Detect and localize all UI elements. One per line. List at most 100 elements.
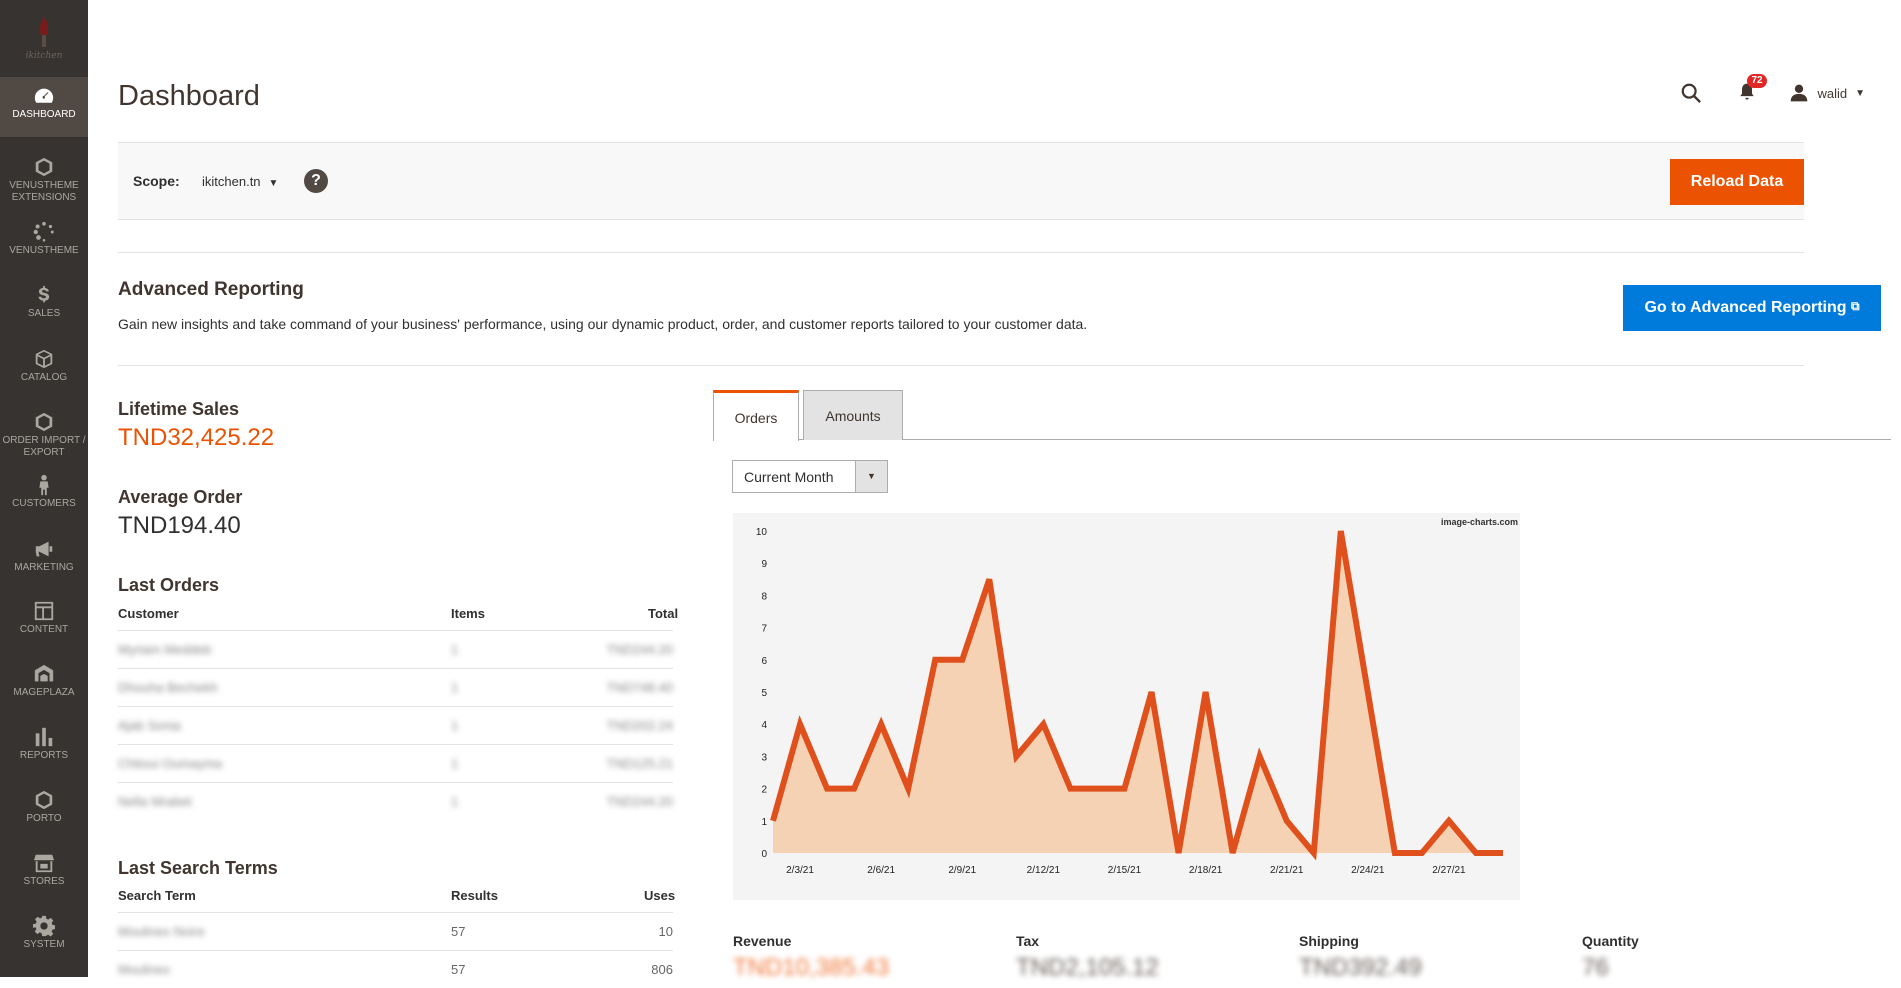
hexagon-icon — [33, 156, 55, 178]
order-items: 1 — [451, 680, 458, 695]
average-order-amount: TND194.40 — [118, 512, 241, 539]
search-term: Moulinex Noire — [118, 924, 205, 939]
logo-text: ikitchen — [26, 51, 63, 61]
sidebar-item-catalog[interactable]: CATALOG — [0, 340, 88, 400]
column-header-customer: Customer — [118, 606, 179, 621]
sidebar-item-reports[interactable]: REPORTS — [0, 718, 88, 778]
hexagon-icon — [33, 411, 55, 433]
scope-label: Scope: — [133, 173, 180, 189]
x-tick-label: 2/27/21 — [1432, 865, 1466, 876]
sidebar-item-label: STORES — [24, 876, 65, 888]
table-row[interactable]: Chtioui Oumayma 1 TND125.21 — [118, 744, 673, 782]
order-items: 1 — [451, 642, 458, 657]
sidebar-item-label: VENUSTHEME — [9, 245, 78, 257]
search-term: Moulinex — [118, 962, 170, 977]
x-tick-label: 2/15/21 — [1108, 865, 1142, 876]
tab-amounts[interactable]: Amounts — [803, 390, 903, 440]
tab-orders[interactable]: Orders — [713, 390, 799, 441]
box-icon — [33, 348, 55, 370]
logo-icon — [35, 15, 53, 49]
sidebar-item-label: VENUSTHEME EXTENSIONS — [0, 180, 88, 204]
table-row[interactable]: Myriam Meddeb 1 TND244.20 — [118, 630, 673, 668]
page-title: Dashboard — [118, 80, 260, 113]
y-tick-label: 4 — [761, 720, 767, 731]
scope-switcher[interactable]: ikitchen.tn▼ — [202, 174, 278, 189]
column-header-items: Items — [451, 606, 485, 621]
lifetime-sales-value: TND32,425.22 — [118, 424, 274, 452]
layout-icon — [33, 600, 55, 622]
y-tick-label: 2 — [761, 785, 767, 796]
user-icon — [1789, 83, 1809, 103]
order-total: TND748.40 — [607, 680, 673, 695]
orders-chart: 0123456789102/3/212/6/212/9/212/12/212/1… — [733, 513, 1520, 900]
column-header-uses: Uses — [644, 888, 675, 903]
sidebar-item-content[interactable]: CONTENT — [0, 592, 88, 652]
advanced-reporting-button-label: Go to Advanced Reporting — [1644, 299, 1846, 316]
dashboard-icon — [33, 85, 55, 107]
order-items: 1 — [451, 756, 458, 771]
order-total: TND244.20 — [607, 794, 673, 809]
table-row[interactable]: Dhouha Bechekh 1 TND748.40 — [118, 668, 673, 706]
order-items: 1 — [451, 718, 458, 733]
table-row[interactable]: Ajab Sonia 1 TND202.24 — [118, 706, 673, 744]
search-results: 57 — [451, 962, 465, 977]
quantity-label: Quantity — [1582, 933, 1639, 949]
y-tick-label: 0 — [761, 849, 767, 860]
advanced-reporting-description: Gain new insights and take command of yo… — [118, 316, 1087, 332]
user-menu[interactable]: walid ▼ — [1789, 83, 1865, 103]
search-icon[interactable] — [1680, 82, 1702, 104]
y-tick-label: 9 — [761, 559, 767, 570]
sidebar-item-marketing[interactable]: MARKETING — [0, 530, 88, 590]
period-select[interactable]: Current Month ▼ — [732, 460, 888, 493]
sidebar-item-mageplaza[interactable]: MAGEPLAZA — [0, 655, 88, 715]
y-tick-label: 6 — [761, 656, 767, 667]
search-results: 57 — [451, 924, 465, 939]
user-name: walid — [1817, 86, 1847, 101]
sidebar-item-label: CATALOG — [21, 372, 67, 384]
logo[interactable]: ikitchen — [0, 0, 88, 75]
sidebar-item-stores[interactable]: STORES — [0, 844, 88, 904]
tax-label: Tax — [1016, 933, 1039, 949]
table-row[interactable]: Moulinex 57 806 — [118, 950, 673, 988]
sidebar-item-label: CUSTOMERS — [12, 498, 76, 510]
y-tick-label: 3 — [761, 752, 767, 763]
lifetime-sales-amount: TND32,425.22 — [118, 424, 274, 451]
order-customer: Chtioui Oumayma — [118, 756, 222, 771]
sidebar-item-label: CONTENT — [20, 624, 68, 636]
order-customer: Myriam Meddeb — [118, 642, 211, 657]
divider — [118, 252, 1804, 253]
go-to-advanced-reporting-button[interactable]: Go to Advanced Reporting ⧉ — [1623, 285, 1881, 331]
help-icon[interactable]: ? — [304, 169, 328, 193]
sidebar-item-venustheme[interactable]: VENUSTHEME — [0, 213, 88, 273]
scope-bar: Scope: ikitchen.tn▼ ? Reload Data — [118, 142, 1804, 220]
average-order-title: Average Order — [118, 487, 242, 508]
notifications-button[interactable]: 72 — [1737, 82, 1759, 104]
y-tick-label: 1 — [761, 817, 767, 828]
shipping-value: TND392.49 — [1299, 954, 1422, 982]
search-uses: 806 — [651, 962, 673, 977]
sidebar-item-porto[interactable]: PORTO — [0, 781, 88, 841]
mageplaza-icon — [33, 663, 55, 685]
sidebar-item-sales[interactable]: SALES — [0, 276, 88, 336]
scope-value: ikitchen.tn — [202, 174, 261, 189]
sidebar-item-label: PORTO — [26, 813, 61, 825]
order-customer: Nella Mrabet — [118, 794, 192, 809]
sidebar-item-order-import-export[interactable]: ORDER IMPORT / EXPORT — [0, 403, 88, 463]
external-link-icon: ⧉ — [1851, 299, 1860, 313]
sidebar-item-label: MARKETING — [14, 562, 73, 574]
person-icon — [33, 474, 55, 496]
search-uses: 10 — [659, 924, 673, 939]
revenue-value: TND10,385.43 — [733, 954, 889, 982]
quantity-value: 76 — [1582, 954, 1609, 982]
sidebar-item-system[interactable]: SYSTEM — [0, 907, 88, 967]
sidebar-item-customers[interactable]: CUSTOMERS — [0, 466, 88, 526]
lifetime-sales-title: Lifetime Sales — [118, 399, 239, 420]
sidebar-item-dashboard[interactable]: DASHBOARD — [0, 77, 88, 137]
x-tick-label: 2/12/21 — [1027, 865, 1061, 876]
chevron-down-icon: ▼ — [1855, 88, 1865, 99]
sidebar-item-venustheme-extensions[interactable]: VENUSTHEME EXTENSIONS — [0, 148, 88, 208]
table-row[interactable]: Moulinex Noire 57 10 — [118, 912, 673, 950]
y-tick-label: 5 — [761, 688, 767, 699]
reload-data-button[interactable]: Reload Data — [1670, 159, 1804, 205]
table-row[interactable]: Nella Mrabet 1 TND244.20 — [118, 782, 673, 820]
